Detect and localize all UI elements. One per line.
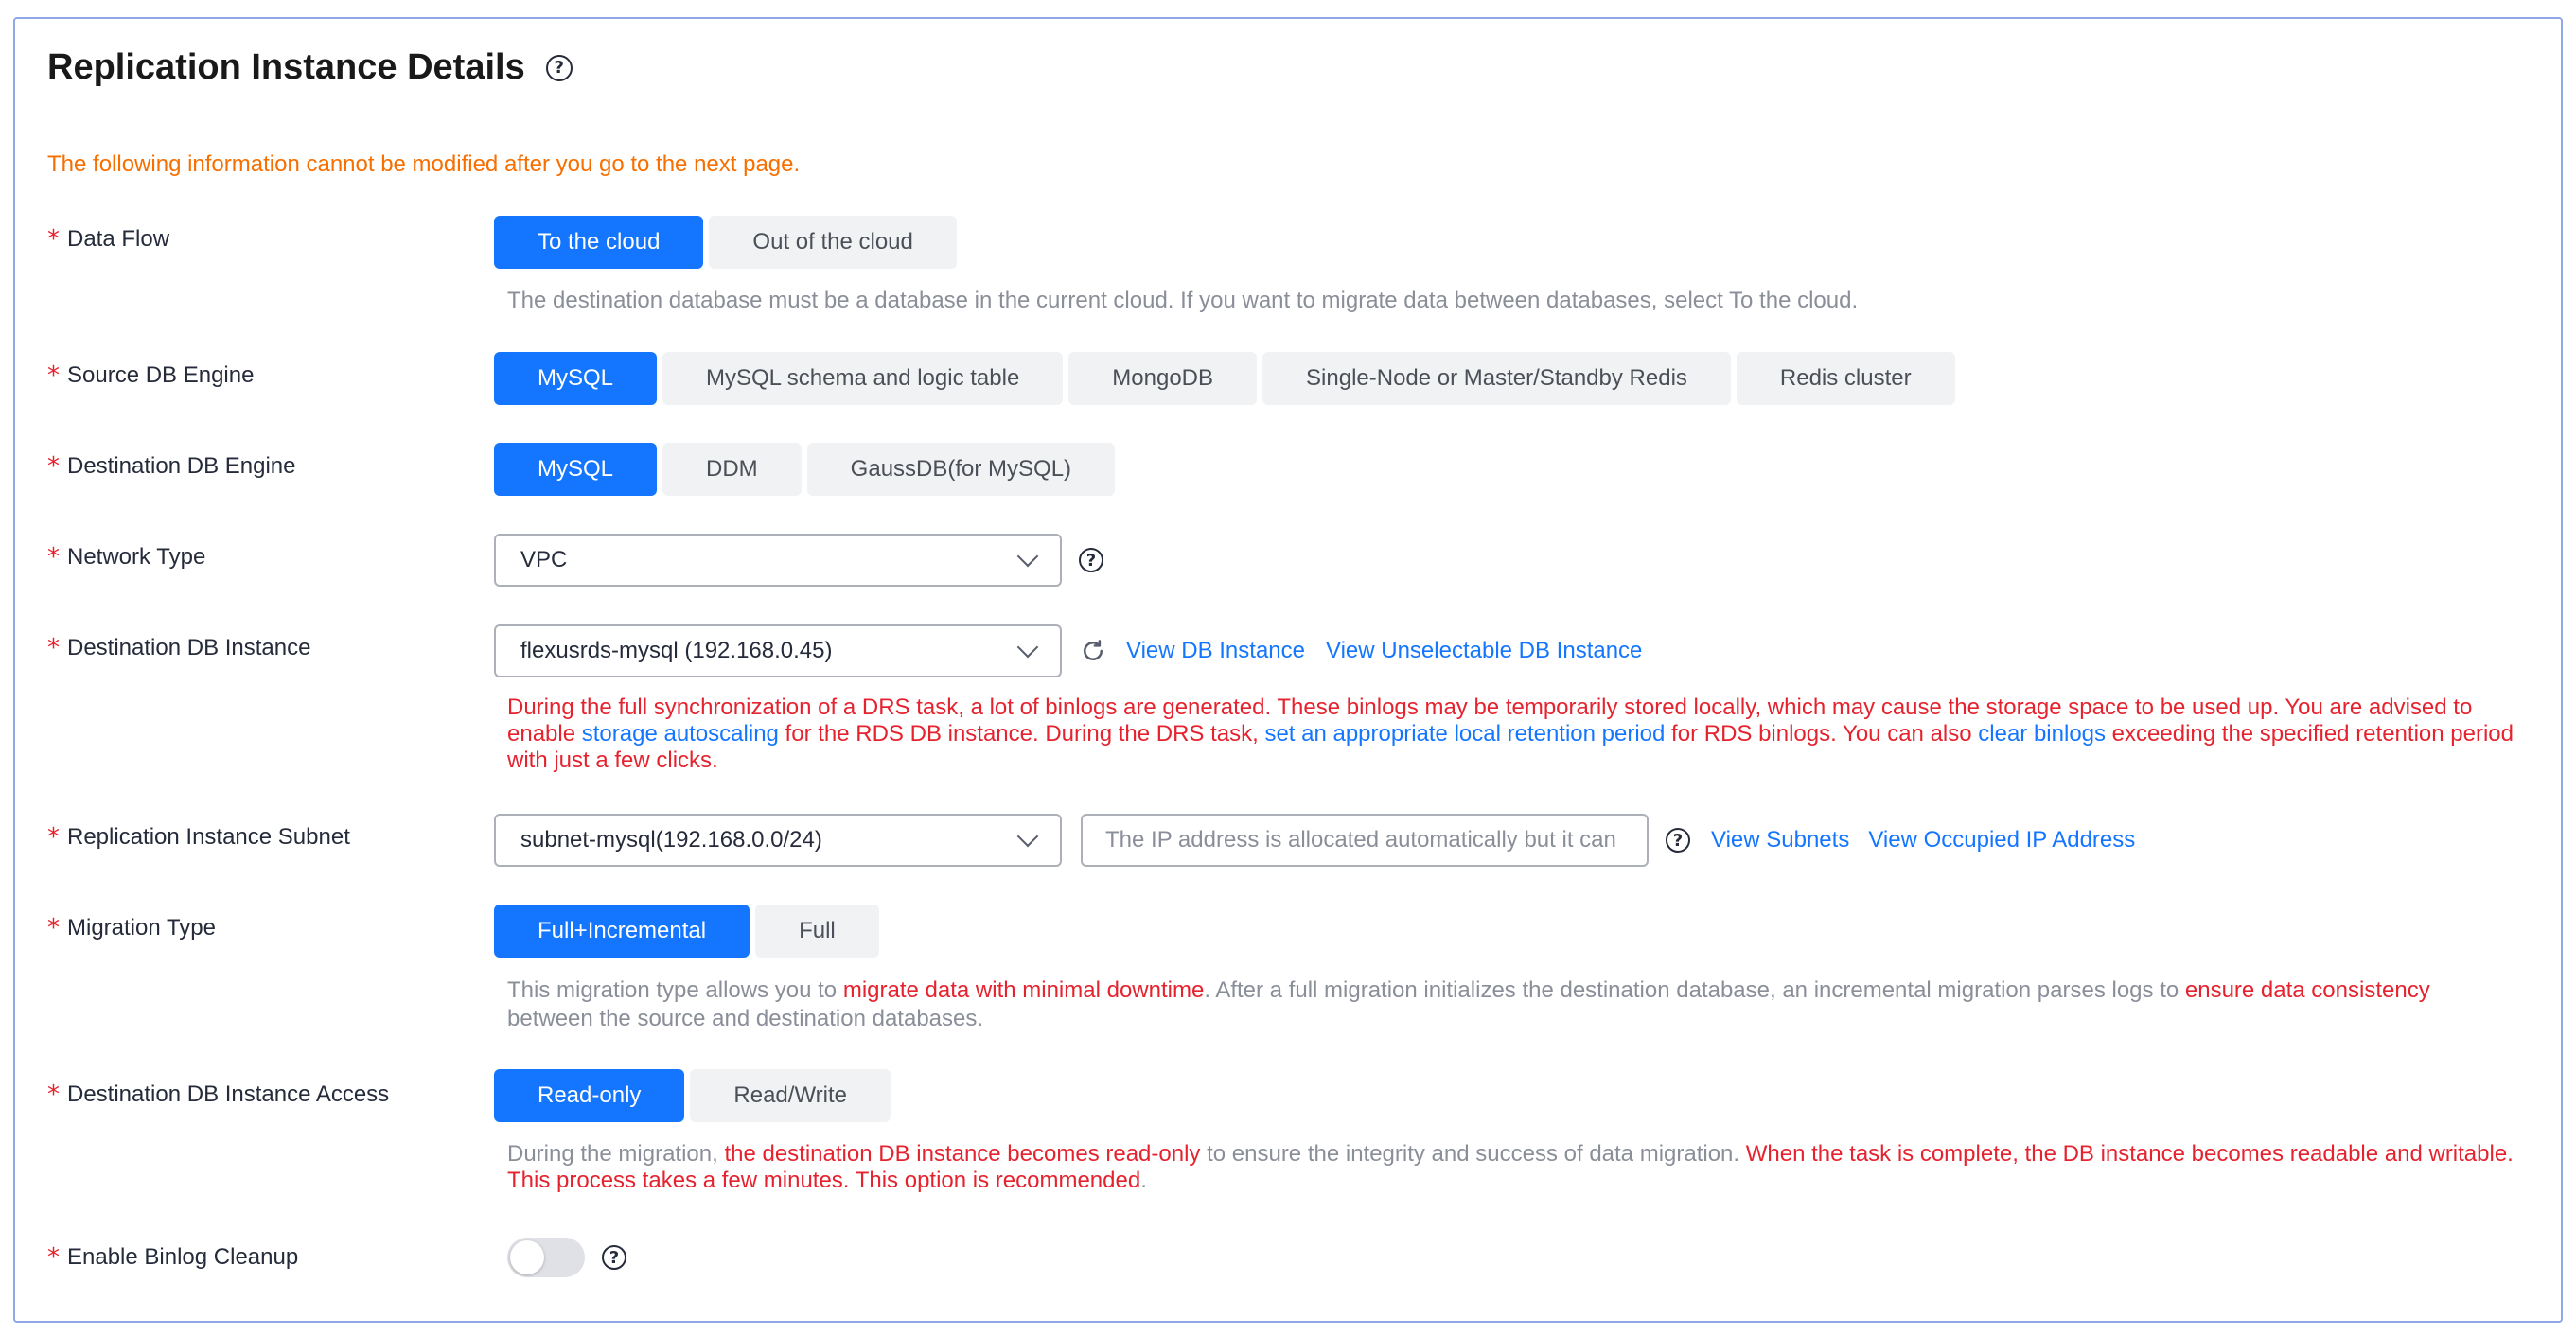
subnet-label: * Replication Instance Subnet — [47, 823, 350, 852]
required-asterisk-icon: * — [47, 914, 60, 942]
required-asterisk-icon: * — [47, 543, 60, 571]
source-engine-option-mysql[interactable]: MySQL — [494, 352, 658, 405]
dest-access-segmented: Read-only Read/Write — [494, 1069, 896, 1122]
dest-instance-select[interactable]: flexusrds-mysql (192.168.0.45) — [494, 624, 1062, 677]
ip-address-input[interactable]: The IP address is allocated automaticall… — [1081, 814, 1649, 867]
refresh-icon[interactable] — [1079, 637, 1107, 665]
view-occupied-ip-link[interactable]: View Occupied IP Address — [1868, 827, 2135, 853]
data-flow-option-to-cloud[interactable]: To the cloud — [494, 216, 704, 269]
dest-engine-option-mysql[interactable]: MySQL — [494, 443, 658, 496]
help-icon[interactable]: ? — [1079, 548, 1103, 572]
required-asterisk-icon: * — [47, 361, 60, 390]
source-engine-option-mysql-schema[interactable]: MySQL schema and logic table — [662, 352, 1064, 405]
network-type-row: VPC ? — [494, 534, 1103, 587]
dest-access-label: * Destination DB Instance Access — [47, 1081, 390, 1109]
required-asterisk-icon: * — [47, 452, 60, 481]
data-flow-label: * Data Flow — [47, 225, 170, 254]
source-engine-option-redis-single[interactable]: Single-Node or Master/Standby Redis — [1262, 352, 1731, 405]
subnet-row: subnet-mysql(192.168.0.0/24) The IP addr… — [494, 814, 2135, 867]
required-asterisk-icon: * — [47, 823, 60, 852]
dest-access-option-read-write[interactable]: Read/Write — [690, 1069, 891, 1122]
migration-type-option-full[interactable]: Full — [755, 905, 879, 958]
migration-type-help: This migration type allows you to migrat… — [507, 977, 2430, 1031]
required-asterisk-icon: * — [47, 1243, 60, 1272]
subnet-select[interactable]: subnet-mysql(192.168.0.0/24) — [494, 814, 1062, 867]
source-engine-option-mongodb[interactable]: MongoDB — [1068, 352, 1258, 405]
dest-engine-label: * Destination DB Engine — [47, 452, 296, 481]
retention-period-link[interactable]: set an appropriate local retention perio… — [1264, 721, 1665, 747]
source-engine-label: * Source DB Engine — [47, 361, 255, 390]
source-engine-option-redis-cluster[interactable]: Redis cluster — [1736, 352, 1955, 405]
view-unselectable-instance-link[interactable]: View Unselectable DB Instance — [1326, 638, 1642, 664]
notice-text: The following information cannot be modi… — [47, 151, 801, 177]
chevron-down-icon — [1016, 825, 1039, 848]
dest-engine-option-gaussdb[interactable]: GaussDB(for MySQL) — [806, 443, 1116, 496]
network-type-label: * Network Type — [47, 543, 206, 571]
source-engine-segmented: MySQL MySQL schema and logic table Mongo… — [494, 352, 1961, 405]
help-icon[interactable]: ? — [602, 1245, 626, 1270]
binlog-cleanup-toggle[interactable] — [507, 1238, 585, 1277]
dest-instance-row: flexusrds-mysql (192.168.0.45) View DB I… — [494, 624, 1642, 677]
toggle-knob — [510, 1240, 544, 1274]
required-asterisk-icon: * — [47, 634, 60, 662]
view-subnets-link[interactable]: View Subnets — [1711, 827, 1849, 853]
clear-binlogs-link[interactable]: clear binlogs — [1978, 721, 2106, 747]
migration-type-label: * Migration Type — [47, 914, 216, 942]
migration-type-option-full-incremental[interactable]: Full+Incremental — [494, 905, 750, 958]
data-flow-option-out-of-cloud[interactable]: Out of the cloud — [709, 216, 957, 269]
data-flow-help: The destination database must be a datab… — [507, 288, 1859, 313]
binlog-cleanup-label: * Enable Binlog Cleanup — [47, 1243, 299, 1272]
network-type-select[interactable]: VPC — [494, 534, 1062, 587]
storage-autoscaling-link[interactable]: storage autoscaling — [582, 721, 779, 747]
help-icon[interactable]: ? — [545, 54, 573, 81]
page-title: Replication Instance Details ? — [47, 47, 573, 88]
migration-type-segmented: Full+Incremental Full — [494, 905, 885, 958]
view-db-instance-link[interactable]: View DB Instance — [1126, 638, 1305, 664]
dest-access-help: During the migration, the destination DB… — [507, 1141, 2514, 1193]
dest-engine-segmented: MySQL DDM GaussDB(for MySQL) — [494, 443, 1120, 496]
chevron-down-icon — [1016, 636, 1039, 659]
dest-engine-option-ddm[interactable]: DDM — [662, 443, 802, 496]
help-icon[interactable]: ? — [1666, 828, 1690, 853]
required-asterisk-icon: * — [47, 225, 60, 254]
chevron-down-icon — [1016, 545, 1039, 568]
binlog-cleanup-row: ? — [507, 1238, 626, 1277]
dest-instance-label: * Destination DB Instance — [47, 634, 311, 662]
required-asterisk-icon: * — [47, 1081, 60, 1109]
binlog-warning: During the full synchronization of a DRS… — [507, 694, 2514, 773]
dest-access-option-read-only[interactable]: Read-only — [494, 1069, 685, 1122]
data-flow-segmented: To the cloud Out of the cloud — [494, 216, 962, 269]
